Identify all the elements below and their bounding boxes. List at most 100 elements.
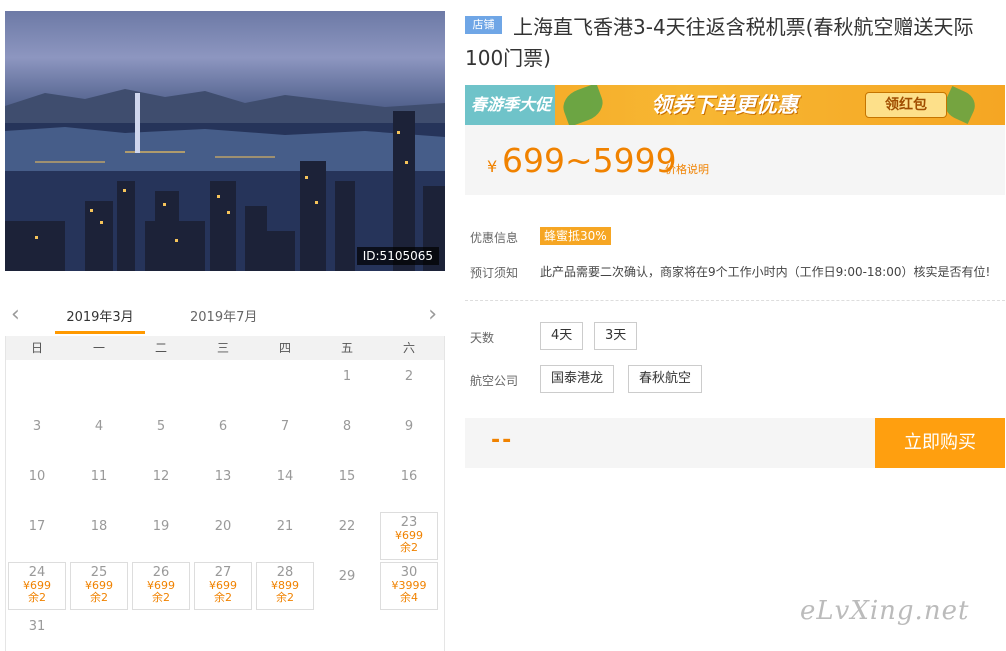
promo-banner[interactable]: 春游季大促 领券下单更优惠 领红包 [465,85,1005,125]
booking-notice-text: 此产品需要二次确认，商家将在9个工作小时内（工作日9:00-18:00）核实是否… [540,265,991,279]
discount-label: 优惠信息 [470,231,519,245]
get-coupon-button[interactable]: 领红包 [865,92,947,118]
day-number: 8 [342,419,352,434]
calendar-day: 21 [256,512,314,560]
option-4-days[interactable]: 4天 [540,322,584,350]
calendar-day: 8 [318,412,376,460]
day-number: 14 [276,469,294,484]
calendar-day: 13 [194,462,252,510]
photo-id-label: ID:5105065 [356,247,439,265]
calendar-day-available[interactable]: 23 ¥699 余2 [380,512,438,560]
day-number: 6 [218,419,228,434]
day-number: 11 [90,469,108,484]
day-number: 27 [214,565,232,580]
next-month-arrow-icon[interactable]: › [428,302,437,327]
price-range: 699~5999 [502,141,677,180]
day-number: 10 [28,469,46,484]
calendar-day: 10 [8,462,66,510]
day-number: 1 [342,369,352,384]
price-panel: ¥ 699~5999 价格说明 [465,125,1005,195]
order-total-bar: -- [465,418,875,468]
promo-season-tag: 春游季大促 [465,85,555,125]
calendar-day: 5 [132,412,190,460]
calendar-day: 1 [318,362,376,410]
promo-season-text: 春游季大促 [471,95,552,114]
day-number: 26 [152,565,170,580]
day-number: 29 [338,569,356,584]
weekday-label: 二 [154,341,167,355]
calendar-day-available[interactable]: 24 ¥699 余2 [8,562,66,610]
calendar-day: 4 [70,412,128,460]
calendar-day-available[interactable]: 26 ¥699 余2 [132,562,190,610]
airline-label: 航空公司 [470,374,519,388]
promo-headline: 领券下单更优惠 [651,93,798,117]
calendar-grid: 1 2 3 4 5 6 7 8 9 10 11 12 13 14 15 16 17 18 19 20 21 22 23 ¥69… [5,360,445,651]
calendar-day: 22 [318,512,376,560]
calendar-day: 15 [318,462,376,510]
product-photo: ID:5105065 [5,11,445,271]
calendar-day: 9 [380,412,438,460]
option-3-days[interactable]: 3天 [594,322,638,350]
day-number: 17 [28,519,46,534]
day-stock: 余2 [28,591,46,604]
weekday-label: 三 [216,341,229,355]
calendar-day: 20 [194,512,252,560]
calendar-day: 31 [8,612,66,651]
day-number: 30 [400,565,418,580]
buy-now-button[interactable]: 立即购买 [875,418,1005,468]
weekday-label: 一 [92,341,105,355]
calendar-day: 3 [8,412,66,460]
option-airline-spring[interactable]: 春秋航空 [628,365,703,393]
day-stock: 余2 [276,591,294,604]
day-stock: 余2 [152,591,170,604]
calendar-day-available[interactable]: 30 ¥3999 余4 [380,562,438,610]
day-number: 31 [28,619,46,634]
day-number: 19 [152,519,170,534]
day-stock: 余2 [90,591,108,604]
weekday-label: 五 [340,341,353,355]
calendar-day-available[interactable]: 28 ¥899 余2 [256,562,314,610]
calendar-day: 12 [132,462,190,510]
day-number: 25 [90,565,108,580]
tab-month-2019-07[interactable]: 2019年7月 [190,306,257,325]
calendar-day-available[interactable]: 27 ¥699 余2 [194,562,252,610]
order-total: -- [491,428,514,453]
booking-notice-label: 预订须知 [470,266,519,280]
calendar-day: 29 [318,562,376,610]
tab-month-2019-03[interactable]: 2019年3月 [55,306,145,325]
site-watermark: eLvXing.net [800,596,970,626]
calendar-day-available[interactable]: 25 ¥699 余2 [70,562,128,610]
day-number: 4 [94,419,104,434]
day-number: 24 [28,565,46,580]
day-number: 9 [404,419,414,434]
price-explanation-link[interactable]: 价格说明 [665,161,709,177]
day-number: 20 [214,519,232,534]
day-number: 5 [156,419,166,434]
day-number: 13 [214,469,232,484]
calendar-day: 17 [8,512,66,560]
city-skyline-image [5,89,445,271]
calendar-day: 19 [132,512,190,560]
day-number: 15 [338,469,356,484]
date-calendar: ‹ 2019年3月 2019年7月 › 日 一 二 三 四 五 六 123456… [5,296,445,651]
currency-symbol: ¥ [487,157,498,176]
calendar-day: 18 [70,512,128,560]
leaf-icon [558,85,608,125]
day-number: 12 [152,469,170,484]
calendar-day: 11 [70,462,128,510]
prev-month-arrow-icon[interactable]: ‹ [11,302,20,327]
day-number: 21 [276,519,294,534]
option-airline-cathay-dragon[interactable]: 国泰港龙 [540,365,615,393]
weekday-label: 日 [30,341,43,355]
calendar-month-nav: ‹ 2019年3月 2019年7月 › [5,296,445,336]
day-number: 22 [338,519,356,534]
day-number: 7 [280,419,290,434]
active-month-indicator [55,331,145,334]
day-number: 28 [276,565,294,580]
weekday-label: 六 [402,341,415,355]
section-divider [465,300,1005,301]
calendar-day: 14 [256,462,314,510]
calendar-day: 6 [194,412,252,460]
calendar-day: 16 [380,462,438,510]
days-label: 天数 [470,331,495,345]
